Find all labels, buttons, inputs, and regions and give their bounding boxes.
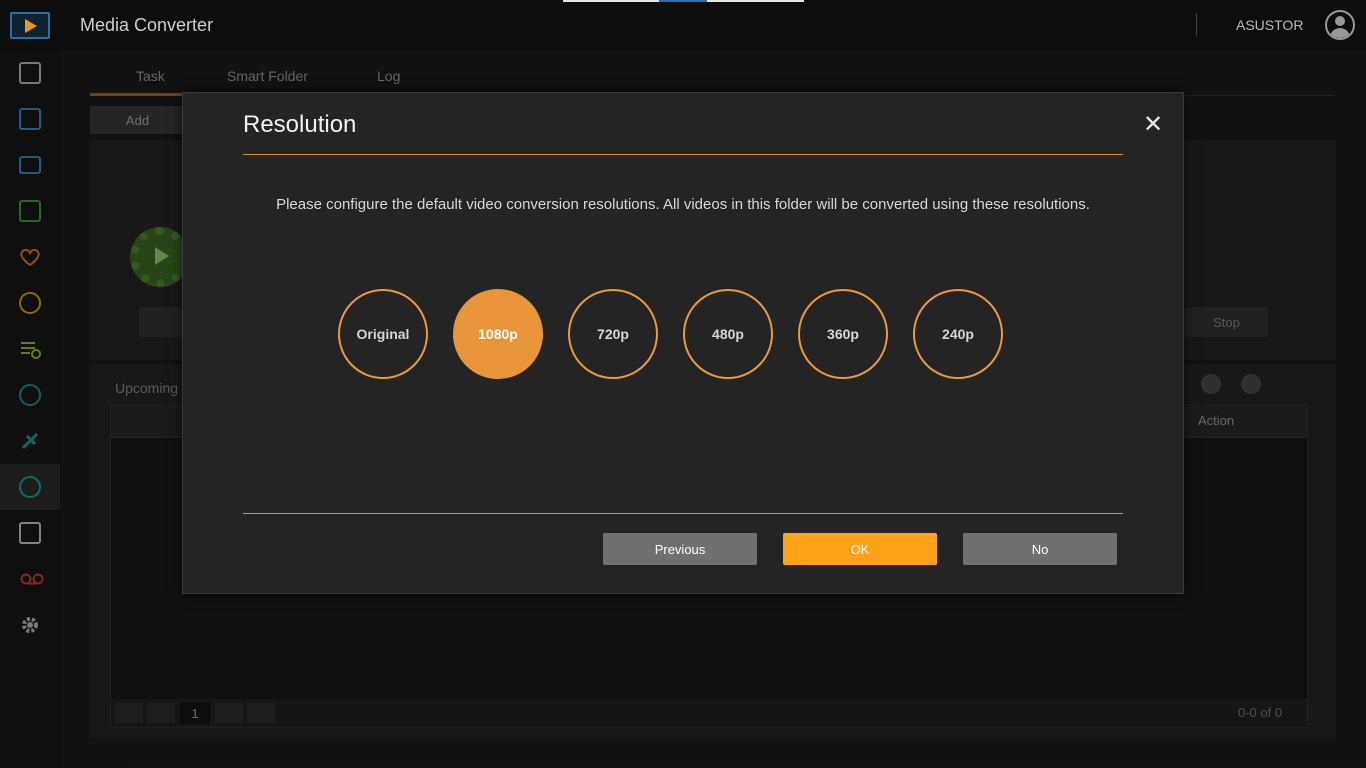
user-avatar-icon[interactable]: [1325, 10, 1355, 40]
app-title: Media Converter: [80, 15, 214, 35]
footer-divider: [243, 513, 1123, 514]
ok-button[interactable]: OK: [783, 533, 937, 565]
dialog-description: Please configure the default video conve…: [276, 196, 1090, 213]
loading-strip-segment: [659, 0, 707, 2]
title-divider: [243, 154, 1123, 155]
dialog-title: Resolution: [243, 111, 357, 138]
resolution-options: Original 1080p 720p 480p 360p 240p: [338, 289, 1028, 379]
close-icon[interactable]: ✕: [1141, 113, 1165, 137]
loading-strip: [563, 0, 804, 2]
resolution-option-360p[interactable]: 360p: [798, 289, 888, 379]
resolution-dialog: Resolution ✕ Please configure the defaul…: [182, 92, 1184, 594]
top-bar: Media Converter ASUSTOR: [0, 0, 1366, 50]
media-converter-logo-icon: [10, 12, 50, 39]
resolution-option-720p[interactable]: 720p: [568, 289, 658, 379]
app-root: Media Converter ASUSTOR Task Smart Folde…: [0, 0, 1366, 768]
resolution-option-1080p[interactable]: 1080p: [453, 289, 543, 379]
resolution-option-original[interactable]: Original: [338, 289, 428, 379]
username-label[interactable]: ASUSTOR: [1236, 17, 1303, 33]
resolution-option-480p[interactable]: 480p: [683, 289, 773, 379]
resolution-option-240p[interactable]: 240p: [913, 289, 1003, 379]
no-button[interactable]: No: [963, 533, 1117, 565]
previous-button[interactable]: Previous: [603, 533, 757, 565]
topbar-divider: [1196, 13, 1197, 36]
